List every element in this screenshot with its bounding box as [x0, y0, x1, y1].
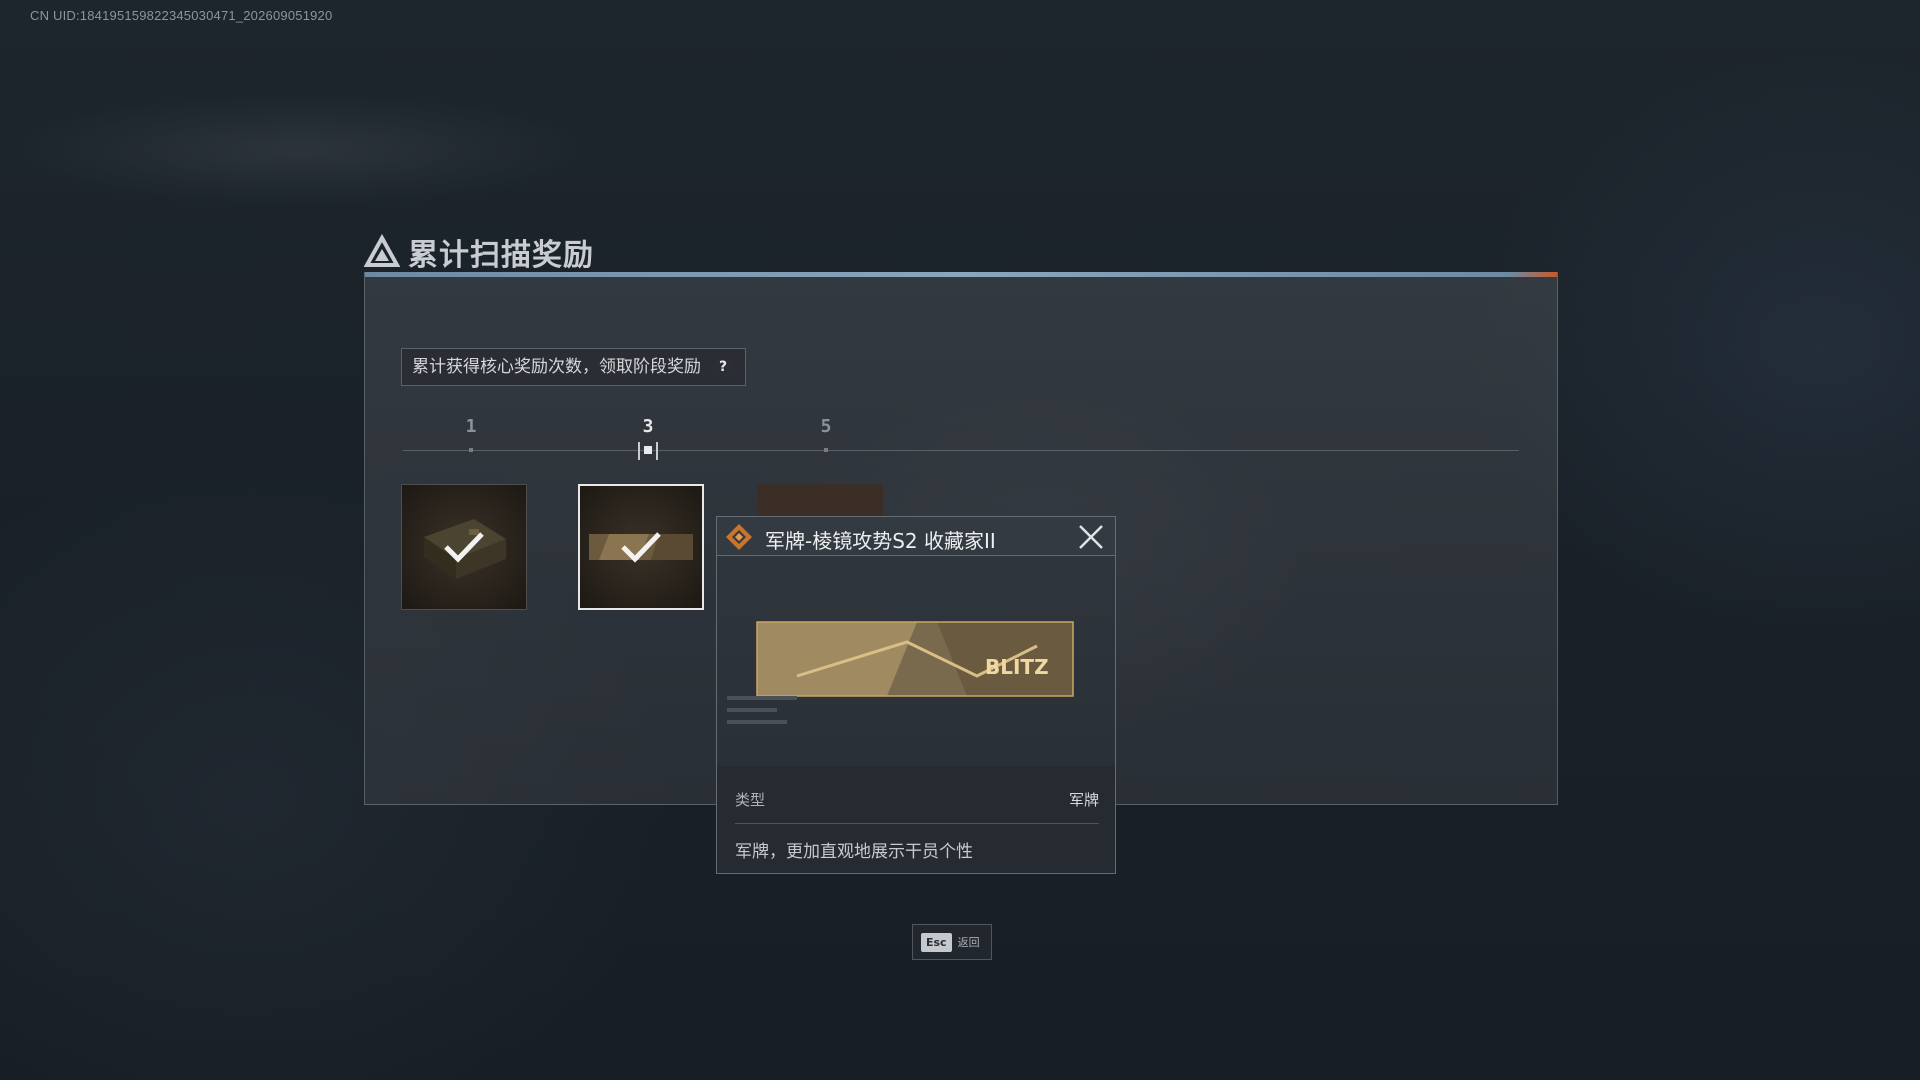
item-description: 军牌，更加直观地展示干员个性	[735, 842, 973, 862]
faction-logo-icon	[364, 234, 400, 267]
progress-track	[403, 450, 1519, 451]
divider	[735, 823, 1099, 824]
hint-text: 累计获得核心奖励次数，领取阶段奖励	[412, 357, 701, 377]
page-title: 累计扫描奖励	[408, 238, 594, 273]
milestone-dot	[469, 448, 473, 452]
help-icon[interactable]: ?	[713, 357, 733, 377]
milestone-5: 5	[806, 416, 846, 452]
header: 累计扫描奖励	[364, 230, 594, 274]
type-value: 军牌	[1068, 791, 1099, 809]
rarity-diamond-icon	[726, 524, 752, 550]
item-preview: BLITZ	[717, 556, 1115, 766]
claimed-check-icon	[621, 532, 661, 563]
close-icon[interactable]	[1077, 523, 1105, 551]
hint-box: 累计获得核心奖励次数，领取阶段奖励 ?	[401, 348, 746, 386]
reward-slot-supply-crate[interactable]	[401, 484, 527, 610]
item-detail-popup: 军牌-棱镜攻势S2 收藏家II BLITZ 类型 军牌 军牌，更加直观地展示干员…	[716, 516, 1116, 874]
milestone-label: 1	[465, 416, 477, 437]
reward-slot-military-tag[interactable]	[578, 484, 704, 610]
popup-title: 军牌-棱镜攻势S2 收藏家II	[765, 529, 996, 553]
back-label: 返回	[957, 936, 980, 949]
milestone-label: 3	[642, 416, 654, 437]
milestone-dot	[824, 448, 828, 452]
milestone-label: 5	[820, 416, 832, 437]
banner-text: BLITZ	[985, 655, 1049, 679]
type-label: 类型	[735, 791, 766, 809]
panel-accent-bar	[365, 272, 1557, 277]
reward-slot-locked[interactable]	[757, 484, 883, 516]
current-progress-marker	[638, 442, 658, 460]
milestone-1: 1	[451, 416, 491, 452]
back-button[interactable]: Esc 返回	[912, 924, 992, 960]
milestone-3: 3	[628, 416, 668, 460]
claimed-check-icon	[444, 532, 484, 563]
military-tag-banner: BLITZ	[727, 621, 1074, 724]
popup-header: 军牌-棱镜攻势S2 收藏家II	[717, 517, 1115, 556]
esc-key-icon: Esc	[921, 932, 952, 952]
uid-label: CN UID:1841951598223450304​71_2026090519…	[30, 8, 333, 23]
